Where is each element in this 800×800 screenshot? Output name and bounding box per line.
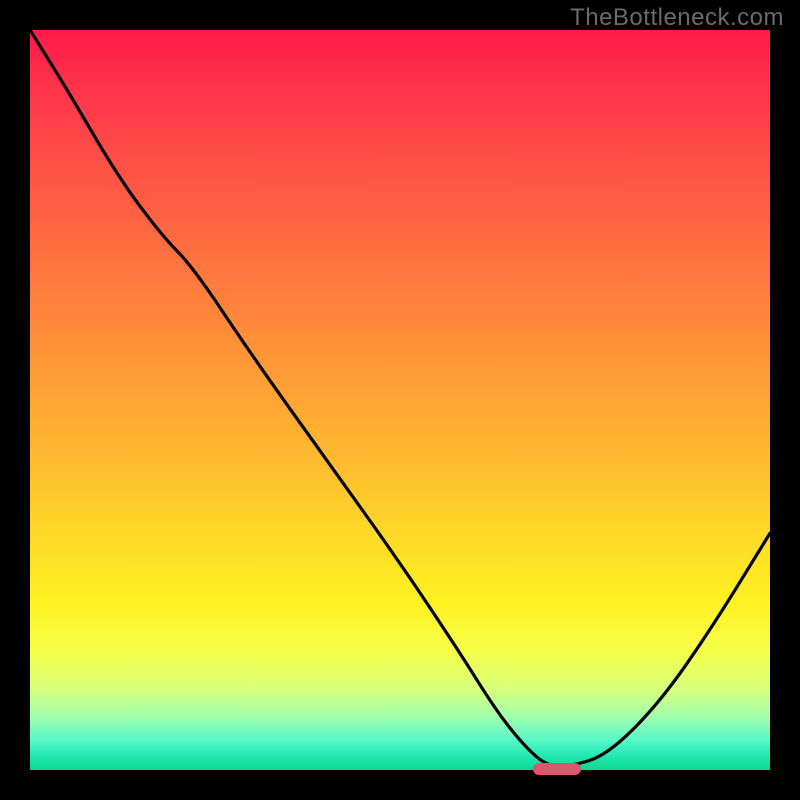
plot-area	[30, 30, 770, 770]
chart-frame: TheBottleneck.com	[0, 0, 800, 800]
bottleneck-curve	[30, 30, 770, 770]
minimum-marker	[533, 763, 581, 775]
watermark-text: TheBottleneck.com	[570, 4, 784, 32]
